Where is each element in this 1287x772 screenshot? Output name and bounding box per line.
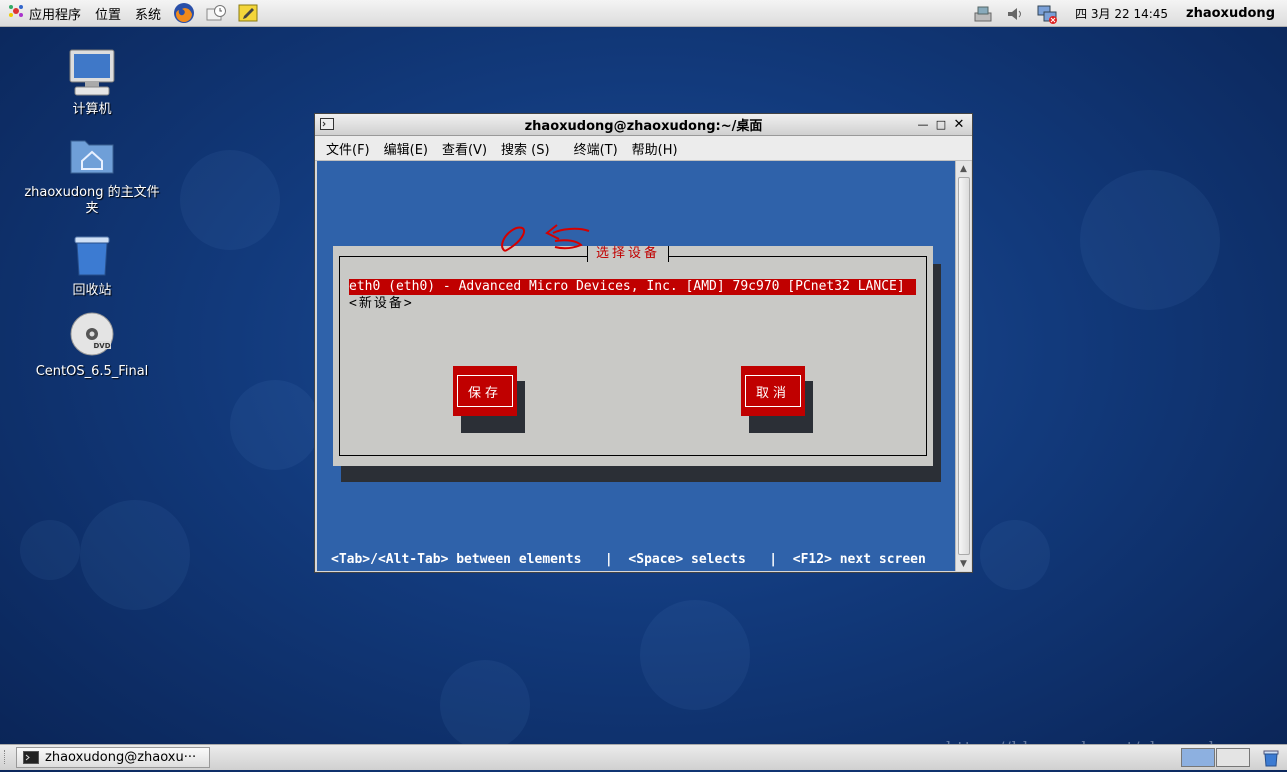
- minimize-icon[interactable]: —: [916, 117, 930, 131]
- desktop-icon-computer[interactable]: 计算机: [22, 48, 162, 118]
- desktop-icon-label: 计算机: [72, 102, 112, 117]
- svg-text:DVD: DVD: [93, 342, 110, 350]
- menu-edit[interactable]: 编辑(E): [377, 139, 435, 158]
- taskbar-item-label: zhaoxudong@zhaoxu···: [45, 750, 197, 765]
- close-icon[interactable]: ✕: [952, 117, 966, 132]
- system-menu[interactable]: 系统: [128, 0, 168, 27]
- home-folder-icon: [67, 131, 117, 181]
- taskbar-item-terminal[interactable]: zhaoxudong@zhaoxu···: [16, 747, 210, 768]
- menu-help[interactable]: 帮助(H): [625, 139, 685, 158]
- dvd-icon: DVD: [67, 310, 117, 360]
- save-button[interactable]: 保存: [453, 366, 517, 416]
- trash-icon: [67, 229, 117, 279]
- select-device-dialog: 选择设备 eth0 (eth0) - Advanced Micro Device…: [333, 246, 933, 466]
- applications-menu[interactable]: 应用程序: [0, 0, 88, 27]
- wallpaper-bubble: [440, 660, 530, 750]
- menu-view[interactable]: 查看(V): [435, 139, 494, 158]
- places-menu-label: 位置: [95, 7, 122, 23]
- workspace-2[interactable]: [1216, 748, 1250, 767]
- key-hint-bar: <Tab>/<Alt-Tab> between elements | <Spac…: [331, 552, 926, 567]
- dialog-title: 选择设备: [587, 246, 670, 262]
- wallpaper-bubble: [1080, 170, 1220, 310]
- wallpaper-bubble: [180, 150, 280, 250]
- scroll-up-icon[interactable]: ▲: [956, 161, 971, 176]
- network-icon[interactable]: [972, 3, 994, 25]
- gnome-foot-icon: [7, 2, 25, 24]
- volume-icon[interactable]: [1004, 3, 1026, 25]
- terminal-scrollbar[interactable]: ▲ ▼: [955, 161, 971, 571]
- scrollbar-thumb[interactable]: [958, 177, 970, 555]
- show-desktop-icon[interactable]: [4, 750, 13, 764]
- clock[interactable]: 四 3月 22 14:45: [1063, 5, 1180, 22]
- cancel-button[interactable]: 取消: [741, 366, 805, 416]
- top-panel: 应用程序 位置 系统 四 3月 22 14:45 zhaoxudong: [0, 0, 1287, 27]
- applications-menu-label: 应用程序: [29, 7, 82, 23]
- terminal-menubar: 文件(F) 编辑(E) 查看(V) 搜索 (S) 终端(T) 帮助(H): [315, 136, 972, 161]
- network-disconnected-icon[interactable]: [1036, 3, 1058, 25]
- desktop-icon-trash[interactable]: 回收站: [22, 229, 162, 299]
- terminal-window[interactable]: zhaoxudong@zhaoxudong:~/桌面 — □ ✕ 文件(F) 编…: [314, 113, 973, 573]
- bottom-panel: zhaoxudong@zhaoxu···: [0, 744, 1287, 770]
- menu-terminal[interactable]: 终端(T): [567, 139, 625, 158]
- wallpaper-bubble: [230, 380, 320, 470]
- notes-icon[interactable]: [237, 2, 259, 24]
- system-menu-label: 系统: [135, 7, 162, 23]
- maximize-icon[interactable]: □: [934, 117, 948, 131]
- desktop-icon-home[interactable]: zhaoxudong 的主文件夹: [22, 131, 162, 217]
- cancel-button-label: 取消: [745, 375, 801, 407]
- terminal-app-icon: [23, 751, 39, 764]
- computer-icon: [67, 48, 117, 98]
- desktop-icon-dvd[interactable]: DVD CentOS_6.5_Final: [22, 310, 162, 380]
- annotation-scribble: [501, 224, 590, 252]
- save-button-label: 保存: [457, 375, 513, 407]
- wallpaper-bubble: [80, 500, 190, 610]
- workspace-1[interactable]: [1181, 748, 1215, 767]
- wallpaper-bubble: [20, 520, 80, 580]
- desktop-icon-label: 回收站: [72, 283, 112, 298]
- desktop-icon-label: CentOS_6.5_Final: [35, 364, 149, 379]
- user-menu[interactable]: zhaoxudong: [1180, 6, 1287, 21]
- terminal-titlebar[interactable]: zhaoxudong@zhaoxudong:~/桌面 — □ ✕: [315, 114, 972, 136]
- device-list-item-eth0[interactable]: eth0 (eth0) - Advanced Micro Devices, In…: [349, 279, 916, 295]
- places-menu[interactable]: 位置: [88, 0, 128, 27]
- wallpaper-bubble: [640, 600, 750, 710]
- terminal-screen[interactable]: 选择设备 eth0 (eth0) - Advanced Micro Device…: [317, 161, 955, 571]
- trash-applet-icon[interactable]: [1261, 748, 1281, 772]
- menu-file[interactable]: 文件(F): [319, 139, 377, 158]
- top-panel-tray: 四 3月 22 14:45 zhaoxudong: [967, 0, 1287, 27]
- menu-search[interactable]: 搜索 (S): [494, 139, 557, 158]
- wallpaper-bubble: [980, 520, 1050, 590]
- desktop-icon-label: zhaoxudong 的主文件夹: [24, 185, 160, 216]
- firefox-icon[interactable]: [173, 2, 195, 24]
- device-list-item-new[interactable]: <新设备>: [349, 296, 414, 312]
- mail-clock-icon[interactable]: [205, 2, 227, 24]
- scroll-down-icon[interactable]: ▼: [956, 556, 971, 571]
- terminal-title: zhaoxudong@zhaoxudong:~/桌面: [524, 119, 763, 134]
